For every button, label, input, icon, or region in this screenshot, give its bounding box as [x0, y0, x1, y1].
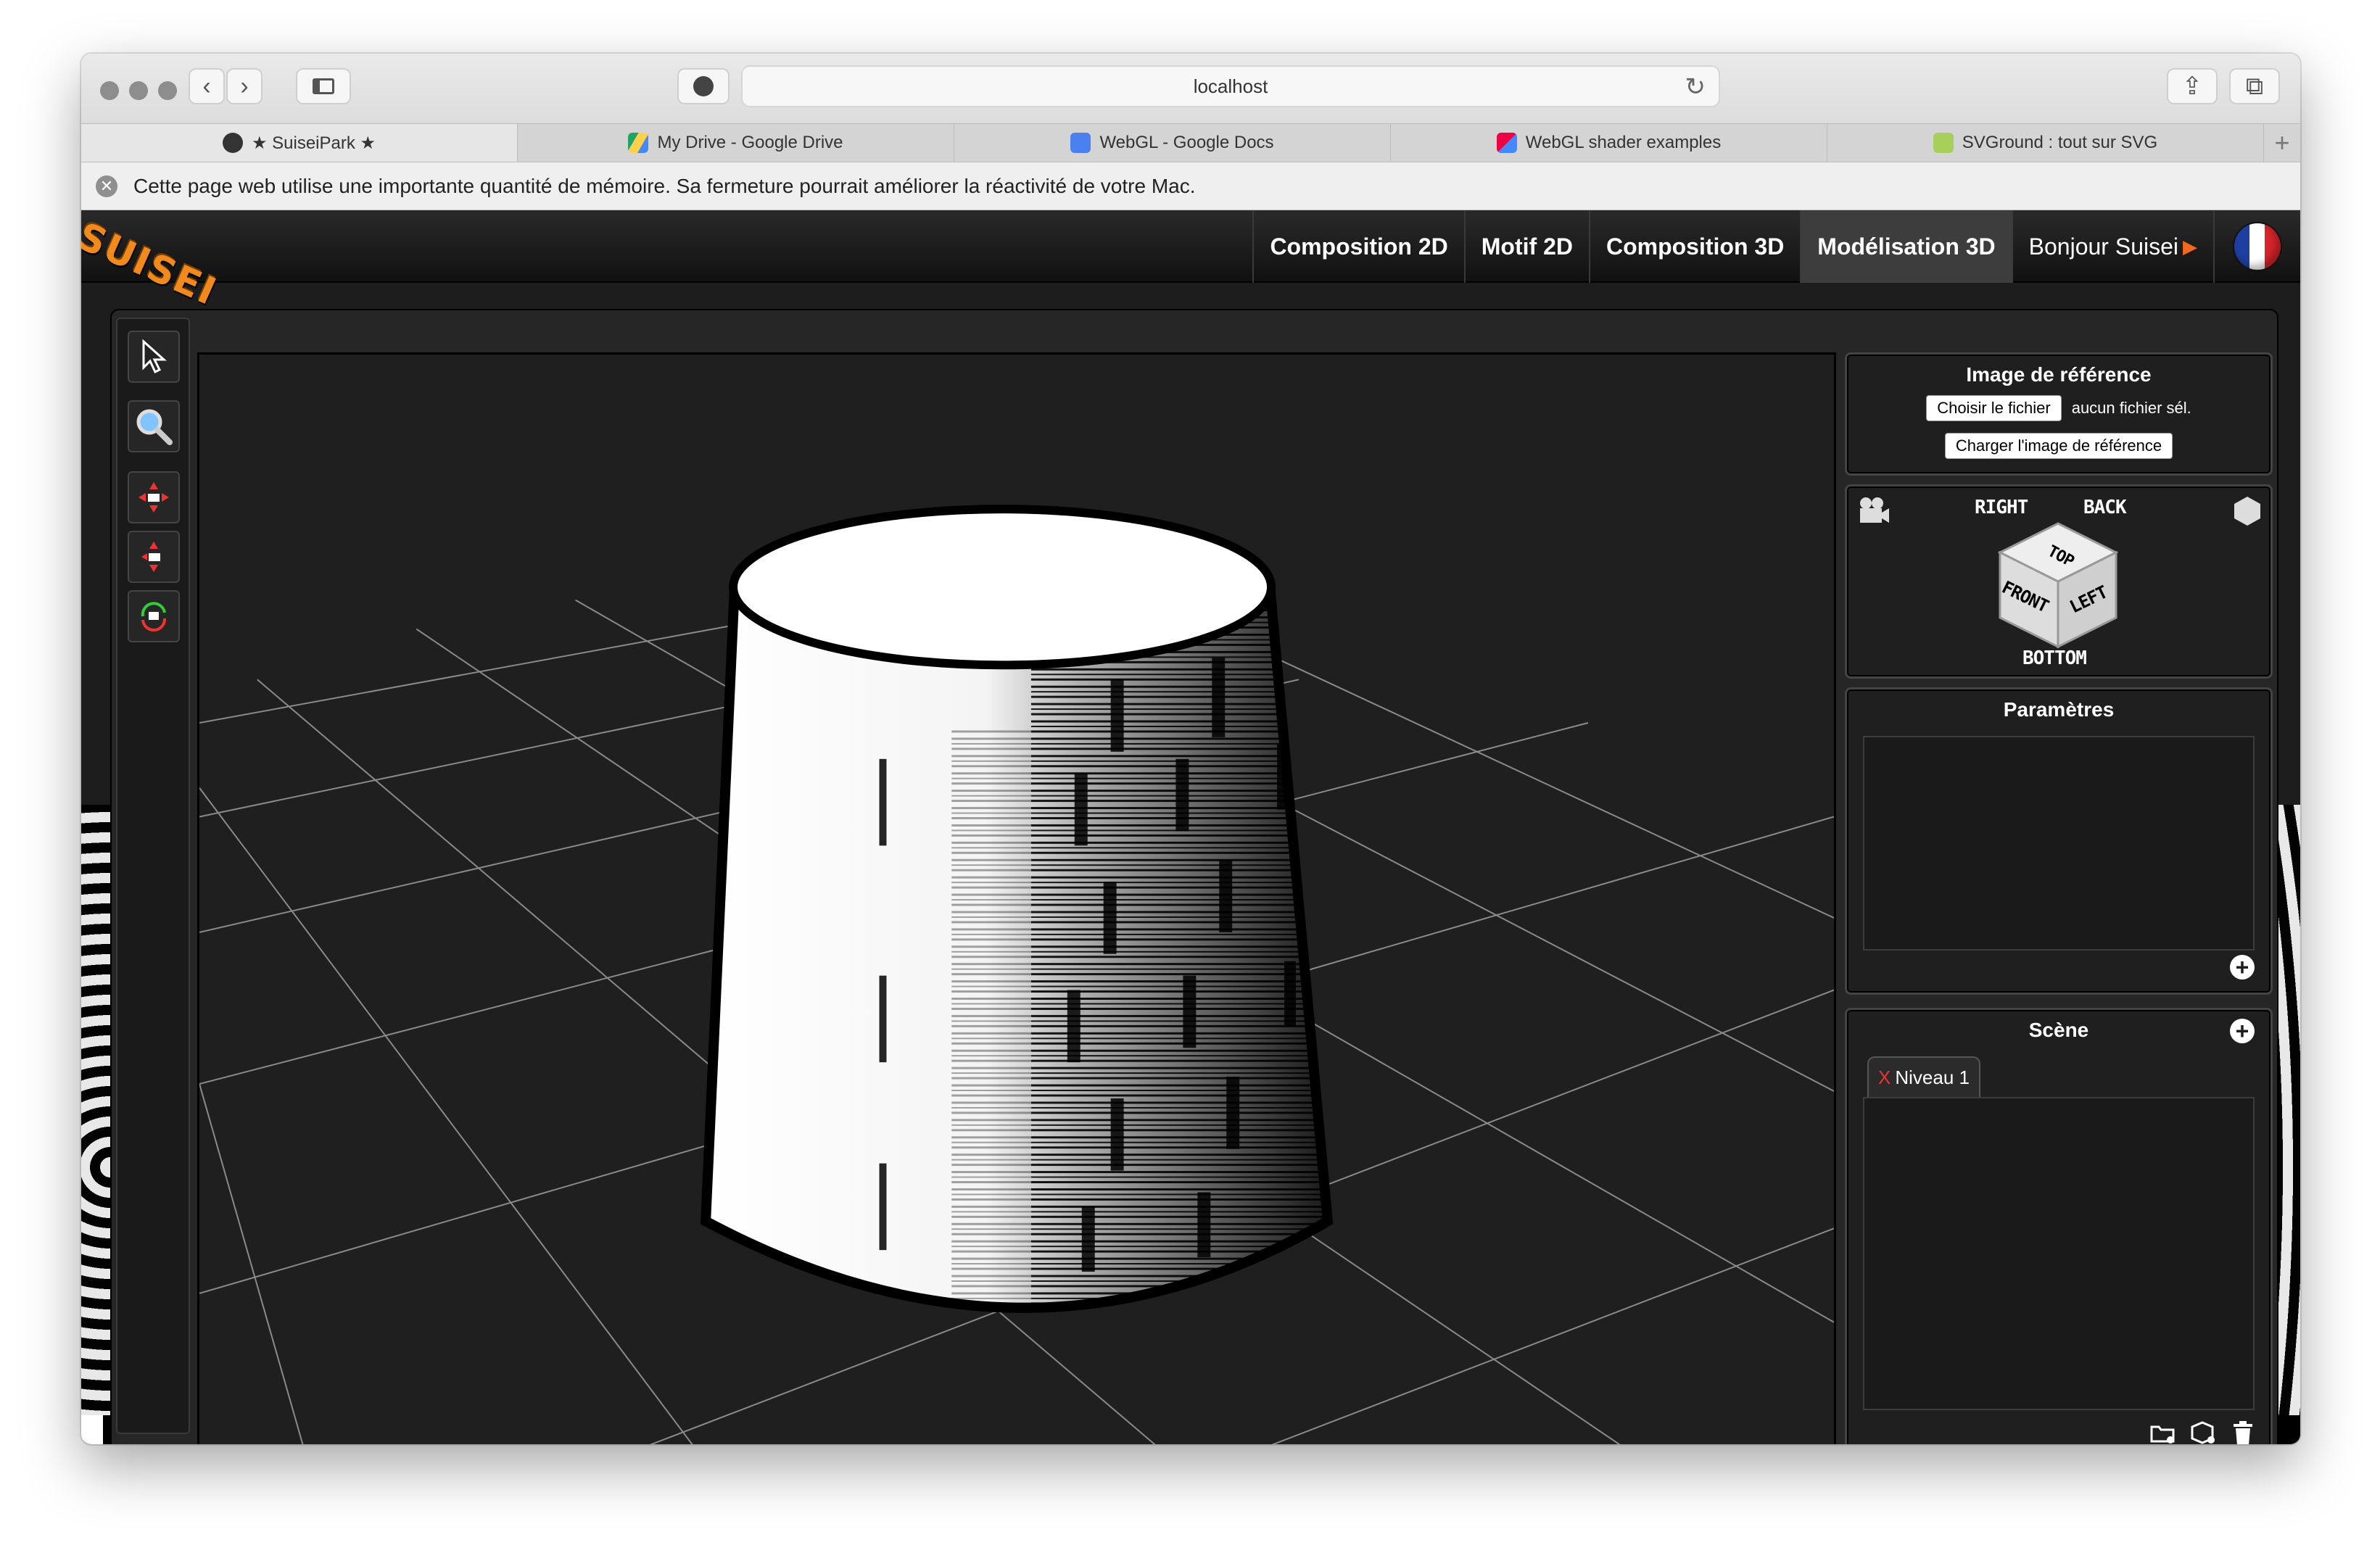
reference-image-panel: Image de référence Choisir le fichier au… [1845, 352, 2273, 476]
camera-icon[interactable] [1857, 497, 1891, 526]
nav-composition-3d[interactable]: Composition 3D [1588, 210, 1800, 283]
select-tool-button[interactable] [128, 331, 180, 383]
github-favicon-icon [222, 133, 243, 153]
tool-palette [116, 318, 190, 1434]
browser-toolbar: ‹ › localhost ↻ ⇪ ⧉ [81, 54, 2300, 123]
parameters-list [1863, 736, 2255, 951]
add-object-icon[interactable] [2189, 1419, 2218, 1444]
parameters-panel: Paramètres + [1845, 687, 2273, 995]
tab-label: ★ SuiseiPark ★ [251, 133, 376, 153]
share-button[interactable]: ⇪ [2167, 68, 2218, 104]
zoom-window-icon[interactable] [158, 81, 177, 100]
scene-panel-title: Scène [2028, 1019, 2089, 1041]
view-right-label[interactable]: RIGHT [1975, 497, 2028, 518]
file-status: aucun fichier sél. [2071, 399, 2191, 417]
tab-label: WebGL shader examples [1525, 133, 1722, 152]
zoom-tool-button[interactable] [128, 400, 180, 452]
cursor-arrow-icon [142, 339, 167, 374]
3d-scene[interactable] [199, 355, 1834, 1444]
svground-favicon-icon [1933, 133, 1954, 153]
scene-level-label: Niveau 1 [1895, 1066, 1970, 1088]
share-icon: ⇪ [2181, 73, 2203, 100]
browser-tab-bar: ★ SuiseiPark ★ My Drive - Google Drive W… [81, 123, 2300, 162]
orbit-camera-icon [141, 602, 167, 632]
dolly-camera-tool-button[interactable] [128, 531, 180, 583]
forward-button[interactable]: › [226, 68, 263, 104]
new-tab-button[interactable]: + [2264, 124, 2300, 162]
nav-motif-2d[interactable]: Motif 2D [1463, 210, 1589, 283]
chevron-left-icon: ‹ [202, 72, 211, 100]
tab-svground[interactable]: SVGround : tout sur SVG [1827, 124, 2264, 162]
url-text: localhost [1193, 75, 1268, 97]
french-flag-icon [2234, 223, 2281, 270]
tab-label: WebGL - Google Docs [1099, 133, 1274, 152]
tab-webgl-shaders[interactable]: WebGL shader examples [1391, 124, 1827, 162]
view-cube-area: RIGHT BACK TOP FRONT LEFT BOTTOM [1847, 486, 2270, 676]
tab-google-docs[interactable]: WebGL - Google Docs [954, 124, 1391, 162]
scene-level-tab[interactable]: X Niveau 1 [1867, 1056, 1980, 1097]
tab-overview-button[interactable]: ⧉ [2229, 68, 2280, 104]
3d-viewport[interactable] [197, 352, 1836, 1444]
reference-panel-title: Image de référence [1966, 363, 2152, 386]
nav-composition-2d[interactable]: Composition 2D [1252, 210, 1463, 283]
language-selector[interactable] [2213, 210, 2300, 283]
tab-label: My Drive - Google Drive [657, 133, 843, 152]
trash-icon[interactable] [2228, 1419, 2257, 1444]
tab-suiseipark[interactable]: ★ SuiseiPark ★ [81, 124, 518, 162]
scene-tree [1863, 1097, 2255, 1410]
add-folder-icon[interactable] [2149, 1419, 2178, 1444]
view-back-label[interactable]: BACK [2083, 497, 2127, 518]
google-drive-favicon-icon [628, 133, 649, 153]
magnifier-icon [136, 409, 173, 445]
add-parameter-icon[interactable]: + [2230, 955, 2255, 980]
privacy-shield-button[interactable] [677, 68, 730, 104]
suiseipark-app: SUISEI Composition 2D Motif 2D Compositi… [81, 210, 2300, 1444]
sidebar-icon [313, 78, 334, 94]
google-docs-favicon-icon [1070, 133, 1091, 153]
tab-label: SVGround : tout sur SVG [1962, 133, 2158, 152]
tabs-overview-icon: ⧉ [2245, 72, 2264, 100]
app-navbar: SUISEI Composition 2D Motif 2D Compositi… [81, 210, 2300, 315]
cylinder-model[interactable] [700, 505, 1357, 1380]
memory-warning-text: Cette page web utilise une importante qu… [133, 174, 1196, 197]
user-greeting: Bonjour Suisei [2028, 233, 2178, 260]
view-bottom-label[interactable]: BOTTOM [2022, 647, 2087, 669]
add-level-icon[interactable]: + [2230, 1019, 2255, 1043]
load-reference-button[interactable]: Charger l'image de référence [1944, 433, 2173, 459]
shield-icon [693, 76, 714, 96]
chevron-right-icon: › [240, 72, 249, 100]
suisei-logo[interactable]: SUISEI [81, 215, 223, 315]
close-window-icon[interactable] [100, 81, 119, 100]
sidebar-toggle-button[interactable] [296, 68, 351, 104]
minimize-window-icon[interactable] [129, 81, 148, 100]
webgl-shader-favicon-icon [1496, 133, 1517, 153]
pan-camera-tool-button[interactable] [128, 471, 180, 523]
tab-google-drive[interactable]: My Drive - Google Drive [518, 124, 954, 162]
address-bar[interactable]: localhost ↻ [741, 65, 1720, 107]
move-camera-icon [139, 482, 169, 513]
dolly-camera-icon [141, 542, 160, 572]
close-level-icon[interactable]: X [1878, 1067, 1891, 1089]
memory-warning-bar: ✕ Cette page web utilise une importante … [81, 162, 2300, 210]
reload-icon[interactable]: ↻ [1685, 73, 1706, 102]
cube-perspective-icon[interactable] [2233, 495, 2262, 527]
nav-modelisation-3d[interactable]: Modélisation 3D [1800, 210, 2012, 283]
play-arrow-icon: ▶ [2183, 235, 2197, 257]
close-icon[interactable]: ✕ [96, 175, 117, 197]
browser-window: ‹ › localhost ↻ ⇪ ⧉ ★ SuiseiPark ★ My Dr [81, 54, 2300, 1444]
choose-file-button[interactable]: Choisir le fichier [1926, 395, 2062, 421]
main-nav: Composition 2D Motif 2D Composition 3D M… [1252, 210, 2300, 283]
user-menu[interactable]: Bonjour Suisei ▶ [2011, 210, 2213, 283]
view-cube-panel: RIGHT BACK TOP FRONT LEFT BOTTOM [1845, 484, 2273, 679]
orbit-camera-tool-button[interactable] [128, 590, 180, 642]
scene-panel: Scène + X Niveau 1 [1845, 1008, 2273, 1444]
parameters-panel-title: Paramètres [2003, 698, 2115, 721]
back-button[interactable]: ‹ [189, 68, 225, 104]
